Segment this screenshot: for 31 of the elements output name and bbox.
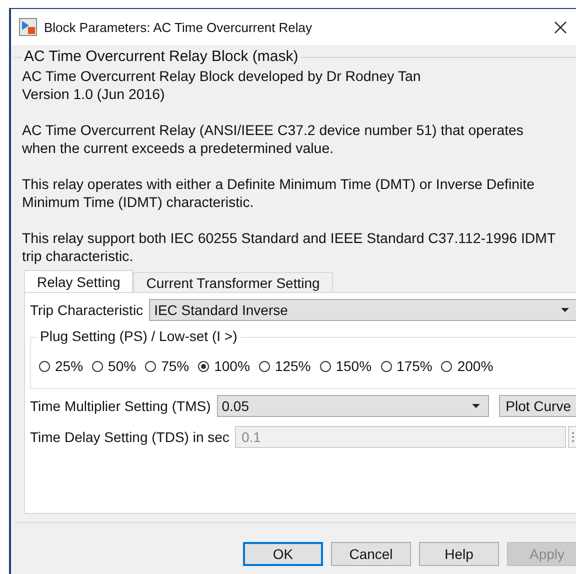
field-label: Time Delay Setting (TDS) in sec [30,429,230,445]
field-label: Trip Characteristic [30,302,144,318]
caret-icon [561,308,569,312]
description-text: AC Time Overcurrent Relay (ANSI/IEEE C37.2 device number 51) that operates when the current exceeds a predetermined value. [22,122,525,158]
block-icon [19,18,37,36]
radio-option[interactable]: 175% [380,358,432,374]
dialog-button[interactable]: Help [419,542,499,566]
description-text: This relay support both IEC 60255 Standard and IEEE Standard C37.112-1996 IDMT trip characteristic. [22,230,557,266]
radio-option[interactable]: 100% [198,358,250,374]
group-title: AC Time Overcurrent Relay Block (mask) [22,48,302,65]
radio-option[interactable]: 125% [258,358,311,374]
radio-option[interactable]: 25% [39,358,84,374]
tab[interactable]: Relay Setting [24,270,134,292]
dropdown[interactable]: IEC Standard Inverse [149,299,576,321]
description-text: This relay operates with either a Definite Minimum Time (DMT) or Inverse Definite Minimum Time (IDMT) characteristic. [22,176,536,212]
dropdown[interactable]: 0.05 [216,395,489,417]
plot-button[interactable]: Plot Curve [498,395,576,417]
close-icon[interactable] [554,20,567,34]
caret-icon [472,404,480,408]
radio-option[interactable]: 75% [145,358,190,374]
dialog-button[interactable]: OK [243,542,323,566]
group-title: Plug Setting (PS) / Low-set (I >) [37,328,240,344]
radio-option[interactable]: 200% [441,358,494,374]
radio-option[interactable]: 50% [92,358,136,374]
field-label: Time Multiplier Setting (TMS) [30,398,211,414]
radio-option[interactable]: 150% [320,358,372,374]
window-title: Block Parameters: AC Time Overcurrent Relay [44,20,314,34]
tab[interactable]: Current Transformer Setting [133,272,333,292]
description-text: AC Time Overcurrent Relay Block developed by Dr Rodney Tan Version 1.0 (Jun 2016) [22,68,422,104]
dialog-button[interactable]: Cancel [331,542,411,566]
more-icon[interactable] [568,426,576,448]
